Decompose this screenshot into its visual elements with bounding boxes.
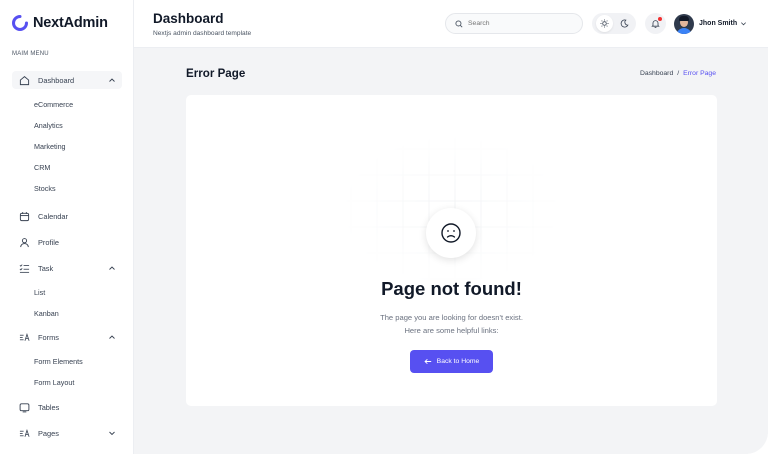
menu-caption: MAIM MENU [12,51,49,57]
arrow-left-icon [424,358,431,365]
app-name: NextAdmin [33,15,108,31]
logo-icon [12,15,28,31]
error-description: The page you are looking for doesn't exi… [186,311,717,337]
search-input[interactable] [468,20,568,27]
back-to-home-button[interactable]: Back to Home [410,350,493,373]
sidebar-item-label: Tables [38,402,60,412]
theme-toggle[interactable] [592,13,636,34]
notification-button[interactable] [645,13,666,34]
sidebar-subitem-crm[interactable]: CRM [34,163,50,172]
sidebar-item-task[interactable]: Task [12,259,122,277]
avatar [674,13,694,34]
forms-icon [19,332,30,343]
search-icon [455,19,463,28]
top-header: Dashboard Nextjs admin dashboard templat… [134,0,768,48]
sidebar-subitem-list[interactable]: List [34,288,45,297]
user-menu[interactable]: Jhon Smith [674,13,747,34]
sad-face-badge [426,208,476,258]
user-name: Jhon Smith [699,20,738,27]
sidebar-subitem-ecommerce[interactable]: eCommerce [34,100,73,109]
sun-icon [599,19,609,28]
error-description-line2: Here are some helpful links: [404,326,499,335]
sidebar-item-label: Calendar [38,211,68,221]
sidebar-subitem-kanban[interactable]: Kanban [34,309,59,318]
chevron-up-icon [109,266,115,270]
chevron-up-icon [109,78,115,82]
sidebar-item-profile[interactable]: Profile [12,233,122,251]
breadcrumb: Dashboard / Error Page [640,70,716,77]
sad-face-icon [441,223,461,243]
app-logo[interactable]: NextAdmin [12,15,108,31]
page-title: Error Page [186,67,246,80]
sidebar-subitem-stocks[interactable]: Stocks [34,184,56,193]
moon-icon [620,19,629,28]
breadcrumb-current: Error Page [683,70,716,77]
home-icon [19,75,30,86]
sidebar-item-calendar[interactable]: Calendar [12,207,122,225]
error-card: Page not found! The page you are looking… [186,95,717,406]
sidebar-item-tables[interactable]: Tables [12,398,122,416]
sidebar-item-label: Task [38,263,54,273]
sidebar-item-label: Forms [38,332,59,342]
chevron-down-icon [109,431,115,436]
sidebar-subitem-analytics[interactable]: Analytics [34,121,63,130]
sidebar-subitem-form-layout[interactable]: Form Layout [34,378,74,387]
sidebar-item-label: Pages [38,428,59,438]
calendar-icon [19,211,30,222]
header-subtitle: Nextjs admin dashboard template [153,30,252,37]
error-heading: Page not found! [381,278,522,299]
sidebar-item-pages[interactable]: Pages [12,424,122,442]
header-title: Dashboard [153,11,224,26]
back-to-home-label: Back to Home [436,358,480,365]
user-icon [19,237,30,248]
chevron-down-icon [741,22,747,26]
sidebar-subitem-form-elements[interactable]: Form Elements [34,357,83,366]
sidebar-item-dashboard[interactable]: Dashboard [12,71,122,89]
sidebar-subitem-marketing[interactable]: Marketing [34,142,66,151]
breadcrumb-separator: / [677,70,680,77]
sidebar-item-forms[interactable]: Forms [12,328,122,346]
pages-icon [19,428,30,439]
sidebar-item-label: Profile [38,237,59,247]
breadcrumb-dashboard-link[interactable]: Dashboard [640,70,673,77]
error-description-line1: The page you are looking for doesn't exi… [380,313,523,322]
sidebar: NextAdmin MAIM MENU Dashboard eCommerce … [0,0,134,454]
notification-dot [658,17,662,21]
sidebar-item-label: Dashboard [38,75,75,85]
table-icon [19,402,30,413]
search-box[interactable] [445,13,583,34]
corner-decoration [728,414,768,454]
dark-mode-button[interactable] [616,15,633,32]
task-list-icon [19,263,30,274]
light-mode-button[interactable] [595,15,613,32]
chevron-up-icon [109,335,115,339]
